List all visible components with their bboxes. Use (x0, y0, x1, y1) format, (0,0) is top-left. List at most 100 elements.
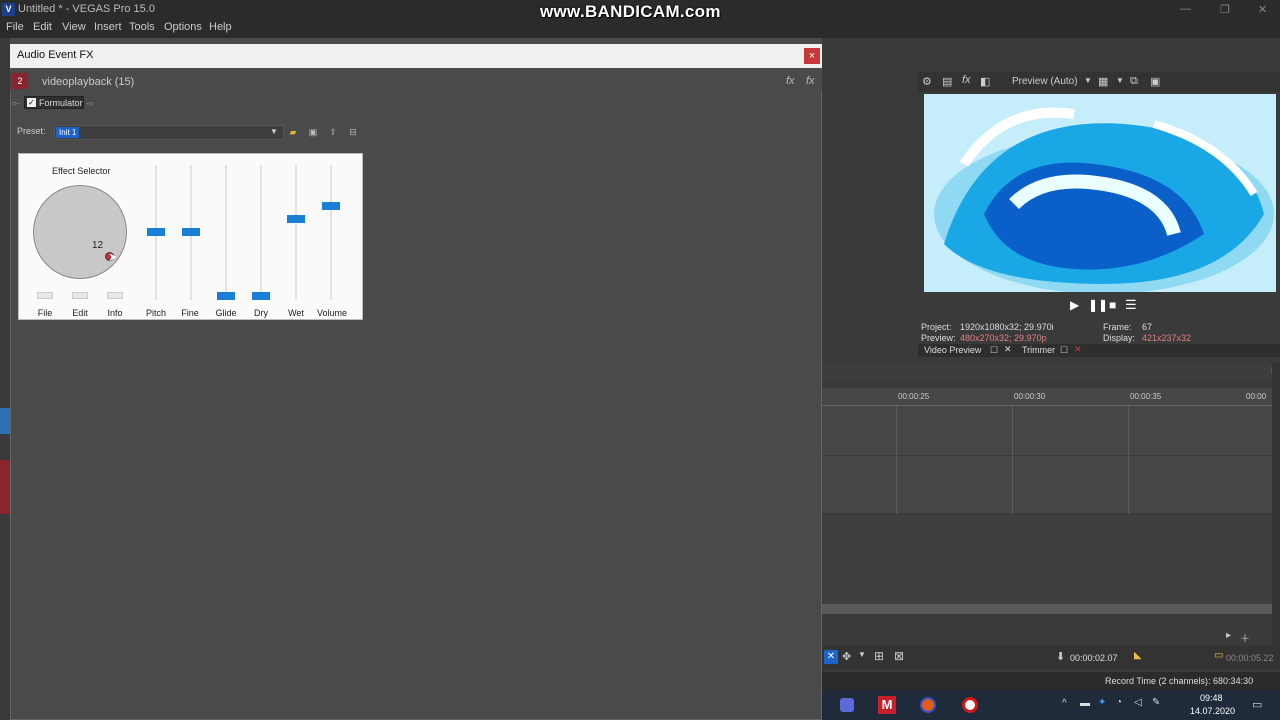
dry-slider-thumb[interactable] (252, 292, 270, 300)
maximize-icon[interactable]: ❐ (1220, 3, 1230, 16)
menu-tools[interactable]: Tools (129, 21, 155, 33)
wet-slider-thumb[interactable] (287, 215, 305, 224)
browser-icon[interactable] (920, 697, 936, 713)
tab-video-preview[interactable]: Video Preview (924, 345, 981, 355)
menu-view[interactable]: View (62, 21, 86, 33)
preset-dropdown[interactable] (54, 125, 284, 140)
timeline-empty-area[interactable] (822, 514, 1272, 604)
envelope-tool-icon[interactable]: ✥ (842, 650, 851, 663)
menu-icon[interactable]: ☰ (1125, 297, 1137, 313)
chevron-down-icon[interactable]: ▼ (1084, 76, 1092, 85)
auto-ripple-icon[interactable]: ⊠ (894, 649, 904, 663)
audio-track-lane[interactable] (822, 456, 1272, 514)
save-snapshot-icon[interactable]: ▣ (1150, 75, 1160, 88)
discord-icon[interactable] (840, 698, 854, 712)
info-mini-button[interactable] (107, 292, 123, 299)
plugin-enable-checkbox[interactable]: ✓ (27, 98, 36, 107)
zoom-in-icon[interactable]: ＋ (1240, 630, 1250, 645)
grid-line (1128, 406, 1129, 514)
fx-icon[interactable]: fx (786, 75, 795, 87)
tab-undock-icon[interactable]: ☐ (990, 345, 998, 356)
tray-volume-icon[interactable]: ◁ (1134, 697, 1142, 708)
preview-tabs: Video Preview ☐ ✕ Trimmer ☐ ✕ (918, 344, 1280, 357)
split-screen-icon[interactable]: ◧ (980, 75, 990, 88)
pause-icon[interactable]: ❚❚ (1088, 298, 1108, 312)
normal-edit-tool-icon[interactable]: ✕ (824, 650, 838, 664)
timeline-header (822, 362, 1272, 382)
delete-icon[interactable]: ⊟ (347, 127, 359, 138)
chain-event-icon[interactable]: 2 (12, 73, 28, 89)
fx-dialog-titlebar[interactable] (10, 44, 822, 68)
menu-file[interactable]: File (6, 21, 24, 33)
video-track-lane[interactable] (822, 406, 1272, 456)
tray-pen-icon[interactable]: ✎ (1152, 697, 1160, 708)
bandicam-record-icon[interactable] (962, 697, 978, 713)
fx-dialog-title: Audio Event FX (17, 49, 94, 61)
chevron-down-icon[interactable]: ▼ (858, 650, 866, 659)
settings-gear-icon[interactable]: ⚙ (922, 75, 932, 88)
play-icon[interactable]: ▶ (1070, 298, 1079, 312)
folder-icon[interactable]: ▰ (287, 127, 299, 138)
volume-slider-track[interactable] (330, 165, 332, 300)
chevron-down-icon[interactable]: ▼ (1116, 76, 1124, 85)
preview-quality-dropdown[interactable]: Preview (Auto) (1012, 76, 1078, 87)
stop-icon[interactable]: ■ (1109, 298, 1116, 312)
export-icon[interactable]: ⇪ (327, 127, 339, 138)
wet-slider-track[interactable] (295, 165, 297, 300)
ruler-tick: 00:00 (1246, 392, 1267, 401)
volume-slider-thumb[interactable] (322, 202, 340, 211)
fx-icon[interactable]: fx (962, 74, 971, 86)
play-marker-icon[interactable]: ▸ (1226, 630, 1231, 641)
close-window-icon[interactable]: ✕ (1258, 3, 1267, 16)
menu-insert[interactable]: Insert (94, 21, 122, 33)
pitch-slider-thumb[interactable] (147, 228, 165, 236)
tray-battery-icon: ▬ (1080, 698, 1090, 709)
grid-line (1012, 406, 1013, 514)
tray-network-icon[interactable]: ◔ (1116, 697, 1122, 708)
timeline-scrollbar[interactable] (822, 604, 1272, 614)
snapping-icon[interactable]: ⊞ (874, 649, 884, 663)
save-icon[interactable]: ▣ (307, 127, 319, 138)
edit-mini-button[interactable] (72, 292, 88, 299)
left-track-strip (0, 38, 10, 720)
chevron-down-icon[interactable]: ▼ (270, 127, 278, 136)
track-1-header[interactable] (0, 408, 10, 434)
dry-slider-track[interactable] (260, 165, 262, 300)
glide-slider-thumb[interactable] (217, 292, 235, 300)
dial-value: 12 (92, 240, 104, 251)
fine-slider-thumb[interactable] (182, 228, 200, 236)
notifications-icon[interactable]: ▭ (1252, 698, 1262, 711)
preview-label: Preview: (921, 333, 956, 343)
app-m-icon[interactable]: M (878, 696, 896, 714)
menu-edit[interactable]: Edit (33, 21, 52, 33)
volume-label: Volume (316, 308, 348, 318)
tab-undock-icon[interactable]: ☐ (1060, 345, 1068, 356)
tray-bluetooth-icon[interactable]: ✦ (1098, 697, 1106, 708)
menu-help[interactable]: Help (209, 21, 232, 33)
fx-dialog-close-button[interactable]: × (804, 48, 820, 64)
audio-event-fx-dialog (10, 44, 822, 720)
tab-trimmer[interactable]: Trimmer (1022, 345, 1055, 355)
preset-value[interactable]: Init 1 (56, 127, 80, 138)
vertical-scrollbar[interactable] (1272, 362, 1280, 652)
clock-time[interactable]: 09:48 (1200, 693, 1223, 703)
fx-remove-icon[interactable]: fx (806, 75, 815, 87)
track-2-header[interactable] (0, 460, 10, 514)
tab-close-icon[interactable]: ✕ (1074, 344, 1082, 355)
mouse-cursor-icon: ➤ (108, 250, 119, 264)
timeline-ruler[interactable] (822, 388, 1272, 406)
grid-icon[interactable]: ▦ (1098, 75, 1108, 88)
ruler-tick: 00:00:25 (898, 392, 930, 401)
grid-line (896, 406, 897, 514)
minimize-icon[interactable]: — (1180, 3, 1191, 15)
glide-slider-track[interactable] (225, 165, 227, 300)
clock-date[interactable]: 14.07.2020 (1190, 706, 1235, 716)
menu-options[interactable]: Options (164, 21, 202, 33)
selection-length-icon: ▭ (1214, 650, 1224, 661)
copy-snapshot-icon[interactable]: ⧉ (1130, 75, 1138, 88)
tray-chevron-icon[interactable]: ^ (1062, 698, 1067, 709)
tab-close-icon[interactable]: ✕ (1004, 344, 1012, 355)
properties-icon[interactable]: ▤ (942, 75, 952, 88)
file-mini-button[interactable] (37, 292, 53, 299)
effect-selector-dial[interactable] (33, 185, 127, 279)
